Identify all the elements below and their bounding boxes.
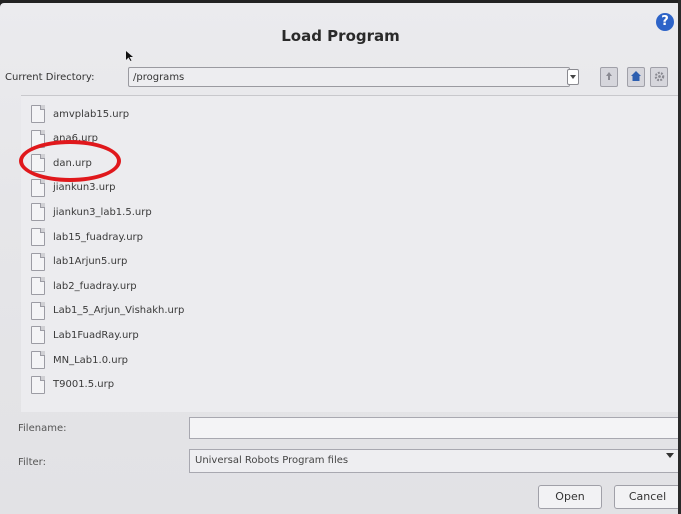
file-list-item[interactable]: amvplab15.urp — [31, 104, 129, 124]
new-folder-button[interactable] — [650, 67, 668, 87]
file-icon — [31, 105, 45, 123]
file-name-label: jiankun3.urp — [53, 182, 116, 194]
gear-icon — [654, 71, 664, 81]
mouse-cursor-icon — [126, 51, 133, 61]
current-directory-label: Current Directory: — [5, 72, 95, 83]
file-icon — [31, 203, 45, 222]
home-directory-button[interactable] — [627, 67, 645, 87]
file-name-label: Lab1FuadRay.urp — [53, 329, 139, 341]
file-icon — [31, 228, 45, 246]
help-icon[interactable]: ? — [656, 13, 674, 31]
filter-label: Filter: — [18, 457, 46, 468]
load-program-dialog: Load Program ? Current Directory: /progr… — [0, 3, 681, 514]
file-list-item[interactable]: lab2_fuadray.urp — [31, 276, 137, 296]
file-name-label: Lab1_5_Arjun_Vishakh.urp — [53, 305, 185, 317]
directory-dropdown-button[interactable] — [567, 69, 579, 85]
file-icon — [31, 375, 45, 394]
file-list-item[interactable]: MN_Lab1.0.urp — [31, 350, 128, 370]
file-name-label: T9001.5.urp — [53, 379, 115, 391]
file-list[interactable]: amvplab15.urp ana6.urp dan.urp jiankun3.urp… — [21, 95, 681, 412]
file-name-label: lab1Arjun5.urp — [53, 256, 128, 268]
dialog-title: Load Program — [281, 27, 400, 45]
file-list-item[interactable]: Lab1FuadRay.urp — [31, 325, 139, 345]
file-icon — [31, 277, 45, 296]
file-list-item[interactable]: lab1Arjun5.urp — [31, 252, 127, 272]
file-list-item[interactable]: lab15_fuadray.urp — [31, 227, 143, 247]
cancel-button[interactable]: Cancel — [614, 485, 681, 509]
current-directory-field[interactable]: /programs — [128, 67, 570, 87]
file-list-item[interactable]: Lab1_5_Arjun_Vishakh.urp — [31, 301, 184, 321]
filename-label: Filename: — [18, 423, 67, 434]
file-name-label: MN_Lab1.0.urp — [53, 354, 129, 366]
filter-select[interactable]: Universal Robots Program files — [189, 449, 681, 473]
file-icon — [31, 351, 45, 369]
file-icon — [31, 326, 45, 345]
file-list-item[interactable]: T9001.5.urp — [31, 375, 114, 395]
file-name-label: lab2_fuadray.urp — [53, 280, 137, 292]
red-highlight-circle — [19, 140, 121, 182]
home-icon — [631, 71, 641, 81]
file-icon — [31, 301, 45, 320]
file-name-label: jiankun3_lab1.5.urp — [53, 206, 152, 218]
file-list-item[interactable]: jiankun3_lab1.5.urp — [31, 202, 152, 222]
filename-input[interactable] — [189, 417, 681, 439]
file-name-label: amvplab15.urp — [53, 108, 130, 120]
arrow-up-icon — [606, 72, 612, 80]
file-name-label: lab15_fuadray.urp — [53, 231, 144, 243]
parent-directory-button[interactable] — [600, 67, 618, 87]
file-icon — [31, 252, 45, 271]
file-icon — [31, 178, 45, 197]
open-button[interactable]: Open — [538, 485, 602, 509]
chevron-down-icon[interactable] — [666, 453, 674, 458]
